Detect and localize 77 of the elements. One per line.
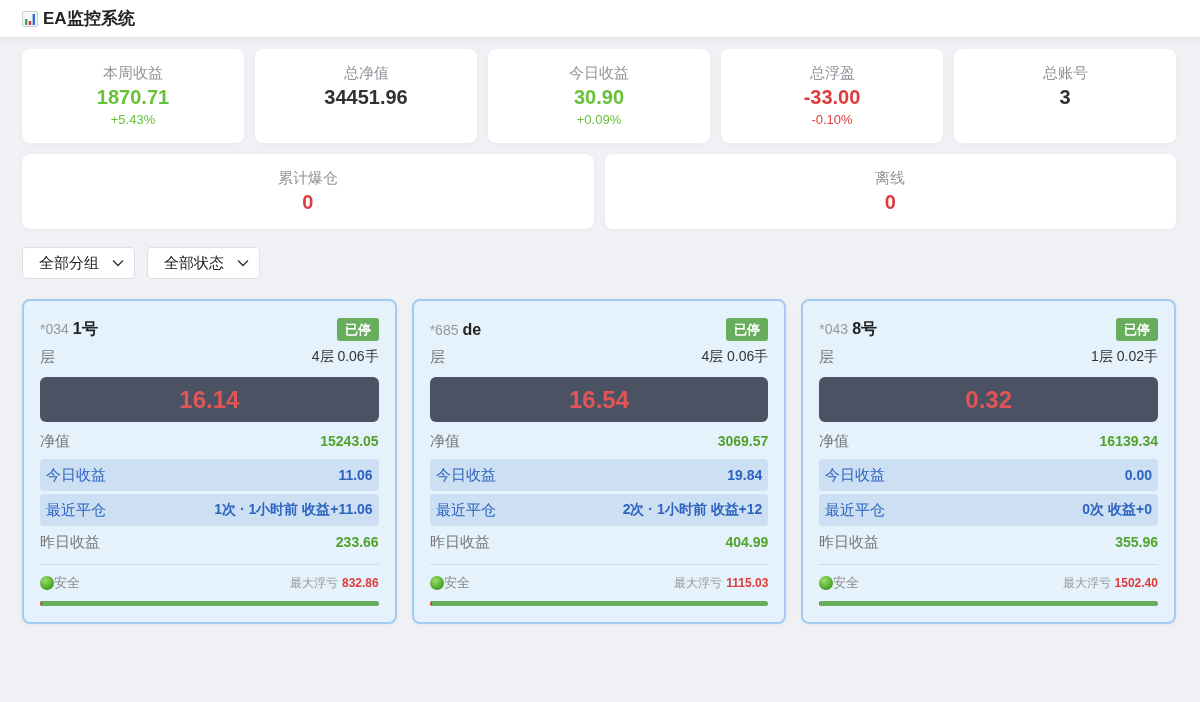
- row-label: 净值: [40, 431, 70, 451]
- dot-icon: [40, 576, 54, 590]
- status-badge: 已停: [1116, 318, 1158, 341]
- filter-dropdown[interactable]: 全部分组: [22, 247, 135, 279]
- account-name: de: [462, 320, 482, 339]
- stat-label: 累计爆仓: [277, 168, 338, 188]
- stat-value: -33.00: [803, 85, 861, 110]
- stat-label: 本周收益: [103, 63, 163, 83]
- stat-change: +5.43%: [110, 111, 156, 129]
- risk-status: 安全: [54, 574, 80, 592]
- stat-label: 总账号: [1042, 63, 1088, 83]
- row-label: 最近平仓: [46, 500, 106, 520]
- floating-profit-display: 16.54: [429, 377, 769, 422]
- status-badge: 已停: [336, 318, 379, 341]
- row-label: 今日收益: [825, 465, 886, 485]
- stat-value: 1870.71: [96, 85, 170, 110]
- row-value: 0次 收益+0: [1082, 501, 1152, 519]
- row-value: 0.00: [1124, 467, 1152, 483]
- row-label: 今日收益: [46, 465, 106, 485]
- floating-profit-display: 16.14: [40, 377, 379, 422]
- row-value: 19.84: [727, 467, 763, 483]
- risk-status: 安全: [443, 574, 470, 592]
- stat-value: 0: [884, 190, 896, 215]
- stat-value: 3: [1059, 85, 1071, 110]
- row-label: 净值: [429, 431, 460, 451]
- row-value: 3069.57: [717, 433, 769, 449]
- row-label: 最近平仓: [435, 500, 496, 520]
- max-loss-value: 832.86: [341, 575, 379, 590]
- account-id: *685: [429, 321, 459, 338]
- chevron-down-icon: [237, 259, 249, 267]
- stat-value: 34451.96: [324, 85, 408, 110]
- row-label: 最近平仓: [825, 500, 886, 520]
- row-value: 2次 · 1小时前 收益+12: [622, 501, 763, 519]
- layer-value: 1层 0.02手: [1091, 348, 1158, 366]
- max-loss-label: 最大浮亏: [674, 574, 723, 592]
- dot-icon: [429, 576, 444, 590]
- row-label: 今日收益: [435, 465, 496, 485]
- dot-icon: [819, 576, 834, 590]
- status-badge: 已停: [726, 318, 769, 341]
- max-loss-label: 最大浮亏: [1062, 574, 1111, 592]
- account-name: 1号: [72, 319, 98, 339]
- filter-dropdown[interactable]: 全部状态: [147, 247, 260, 279]
- account-id: *043: [819, 321, 849, 337]
- account-id: *034: [40, 321, 69, 337]
- layer-label: 层: [429, 347, 445, 367]
- row-value: 16139.34: [1099, 433, 1158, 449]
- stat-label: 今日收益: [569, 63, 629, 83]
- stat-value: 0: [302, 190, 314, 215]
- stat-change: -0.10%: [811, 111, 853, 129]
- stat-value: 30.90: [573, 85, 625, 110]
- layer-value: 4层 0.06手: [701, 348, 769, 366]
- bar-chart-icon: [22, 10, 38, 27]
- max-loss-value: 1115.03: [726, 575, 769, 590]
- app-title: EA监控系统: [43, 8, 135, 30]
- layer-label: 层: [819, 347, 835, 367]
- row-label: 昨日收益: [429, 532, 490, 552]
- risk-status: 安全: [833, 574, 860, 592]
- max-loss-value: 1502.40: [1114, 575, 1158, 590]
- layer-label: 层: [40, 347, 55, 367]
- row-value: 233.66: [335, 534, 379, 550]
- row-label: 昨日收益: [40, 532, 100, 552]
- stat-label: 离线: [875, 168, 906, 188]
- stat-change: +0.09%: [576, 111, 622, 129]
- layer-value: 4层 0.06手: [311, 348, 379, 366]
- floating-profit-display: 0.32: [819, 377, 1158, 422]
- account-name: 8号: [852, 319, 878, 339]
- max-loss-label: 最大浮亏: [289, 574, 338, 592]
- row-label: 净值: [819, 431, 850, 451]
- row-value: 355.96: [1115, 534, 1158, 550]
- row-value: 1次 · 1小时前 收益+11.06: [214, 501, 373, 519]
- row-label: 昨日收益: [819, 532, 880, 552]
- stat-label: 总浮盈: [809, 63, 855, 83]
- row-value: 404.99: [725, 534, 769, 550]
- row-value: 11.06: [338, 467, 373, 483]
- stat-label: 总净值: [343, 63, 389, 83]
- chevron-down-icon: [112, 259, 124, 267]
- row-value: 15243.05: [320, 433, 379, 449]
